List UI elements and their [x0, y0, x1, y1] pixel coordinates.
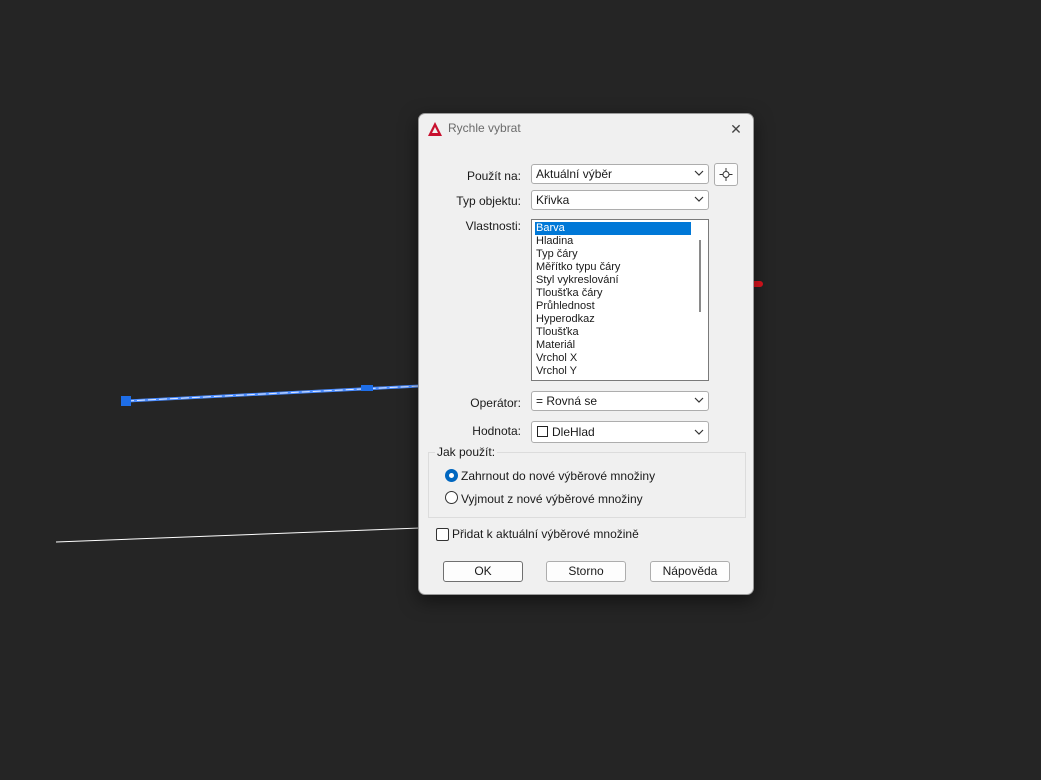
append-checkbox[interactable]	[436, 528, 449, 541]
chevron-down-icon	[694, 429, 704, 435]
list-item[interactable]: Hyperodkaz	[535, 313, 691, 326]
grip-mid[interactable]	[361, 385, 373, 391]
append-checkbox-label[interactable]: Přidat k aktuální výběrové množině	[452, 527, 639, 541]
list-item[interactable]: Typ čáry	[535, 248, 691, 261]
list-item[interactable]: Hladina	[535, 235, 691, 248]
object-type-value: Křivka	[536, 193, 570, 207]
include-radio-label[interactable]: Zahrnout do nové výběrové množiny	[461, 469, 655, 483]
list-item[interactable]: Měřítko typu čáry	[535, 261, 691, 274]
autocad-logo-icon	[427, 121, 443, 137]
properties-list[interactable]: Barva Hladina Typ čáry Měřítko typu čáry…	[531, 219, 709, 381]
exclude-radio[interactable]	[445, 491, 458, 504]
operator-dropdown[interactable]: = Rovná se	[531, 391, 709, 411]
apply-to-dropdown[interactable]: Aktuální výběr	[531, 164, 709, 184]
list-item[interactable]: Tloušťka čáry	[535, 287, 691, 300]
object-type-label: Typ objektu:	[456, 194, 521, 208]
list-scrollbar[interactable]	[699, 240, 701, 312]
polyline[interactable]	[55, 527, 421, 543]
pick-objects-icon	[719, 168, 733, 181]
value-value: DleHlad	[552, 425, 595, 439]
chevron-down-icon	[694, 170, 704, 176]
value-dropdown[interactable]: DleHlad	[531, 421, 709, 443]
exclude-radio-label[interactable]: Vyjmout z nové výběrové množiny	[461, 492, 643, 506]
value-label: Hodnota:	[472, 424, 521, 438]
pick-objects-button[interactable]	[714, 163, 738, 186]
close-icon[interactable]: ✕	[723, 118, 749, 140]
list-item[interactable]: Tloušťka	[535, 326, 691, 339]
chevron-down-icon	[694, 397, 704, 403]
operator-value: = Rovná se	[536, 394, 598, 408]
title-bar[interactable]: Rychle vybrat ✕	[419, 114, 753, 144]
ok-button[interactable]: OK	[443, 561, 523, 582]
chevron-down-icon	[694, 196, 704, 202]
selected-polyline-center	[125, 385, 421, 402]
apply-to-value: Aktuální výběr	[536, 167, 613, 181]
how-to-apply-title: Jak použít:	[435, 445, 498, 459]
object-type-dropdown[interactable]: Křivka	[531, 190, 709, 210]
dialog-title: Rychle vybrat	[448, 121, 521, 135]
quick-select-dialog: Rychle vybrat ✕ Použít na: Aktuální výbě…	[418, 113, 754, 595]
grip-start[interactable]	[121, 396, 131, 406]
apply-to-label: Použít na:	[466, 169, 521, 183]
list-item[interactable]: Barva	[535, 222, 691, 235]
color-swatch	[537, 426, 548, 437]
help-button[interactable]: Nápověda	[650, 561, 730, 582]
list-item[interactable]: Styl vykreslování	[535, 274, 691, 287]
list-item[interactable]: Průhlednost	[535, 300, 691, 313]
operator-label: Operátor:	[470, 396, 521, 410]
properties-label: Vlastnosti:	[465, 219, 521, 233]
list-item[interactable]: Vrchol Y	[535, 365, 691, 378]
include-radio[interactable]	[445, 469, 458, 482]
list-item[interactable]: Vrchol X	[535, 352, 691, 365]
list-item[interactable]: Materiál	[535, 339, 691, 352]
cancel-button[interactable]: Storno	[546, 561, 626, 582]
how-to-apply-group	[428, 452, 746, 518]
